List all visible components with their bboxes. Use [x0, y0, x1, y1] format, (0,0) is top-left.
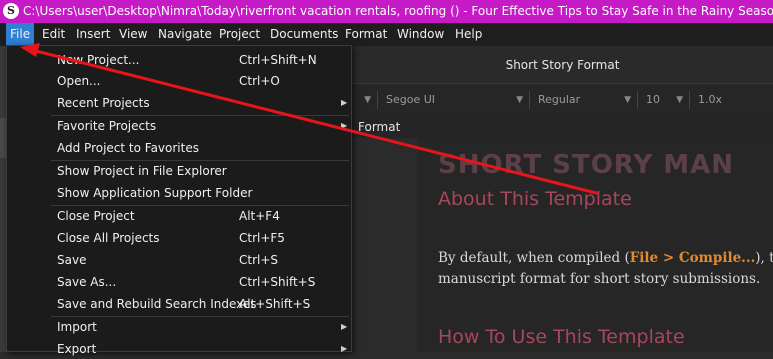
window-title: C:\Users\user\Desktop\Nimra\Today\riverf…	[23, 4, 773, 18]
chevron-down-icon: ▼	[364, 95, 371, 105]
format-section-label: Format	[352, 114, 773, 138]
chevron-down-icon: ▼	[516, 95, 523, 105]
menu-project[interactable]: Project	[215, 23, 264, 46]
menu-window[interactable]: Window	[393, 23, 448, 46]
compile-link[interactable]: File > Compile...	[630, 250, 756, 266]
submenu-arrow-icon: ▶	[341, 322, 348, 331]
editor-header-title: Short Story Format	[352, 46, 773, 84]
font-size-select[interactable]: 10 ▼	[640, 91, 690, 109]
menu-item-new-project[interactable]: New Project... Ctrl+Shift+N	[7, 50, 351, 70]
menu-format[interactable]: Format	[341, 23, 391, 46]
document-heading: SHORT STORY MAN	[438, 150, 735, 180]
chevron-down-icon: ▼	[676, 95, 683, 105]
file-menu-dropdown: New Project... Ctrl+Shift+N Open... Ctrl+O…	[6, 45, 352, 356]
menu-navigate[interactable]: Navigate	[154, 23, 216, 46]
menu-insert[interactable]: Insert	[72, 23, 114, 46]
menu-item-close-all-projects[interactable]: Close All Projects Ctrl+F5	[7, 228, 351, 248]
menu-view[interactable]: View	[115, 23, 151, 46]
submenu-arrow-icon: ▶	[341, 344, 348, 353]
document-subheading: About This Template	[438, 188, 632, 210]
menu-item-import[interactable]: Import ▶	[7, 317, 351, 337]
format-bar: ▼ Segoe UI ▼ Regular ▼ 10 ▼ 1.0x	[352, 86, 773, 114]
title-bar: S C:\Users\user\Desktop\Nimra\Today\rive…	[0, 0, 773, 23]
editor-gutter	[352, 138, 418, 352]
menu-item-recent-projects[interactable]: Recent Projects ▶	[7, 93, 351, 113]
document-page[interactable]: SHORT STORY MAN About This Template By d…	[418, 138, 773, 352]
menu-help[interactable]: Help	[451, 23, 486, 46]
menu-item-add-to-favorites[interactable]: Add Project to Favorites	[7, 138, 351, 158]
menu-item-close-project[interactable]: Close Project Alt+F4	[7, 206, 351, 226]
submenu-arrow-icon: ▶	[341, 121, 348, 130]
document-body: By default, when compiled (File > Compil…	[438, 250, 773, 287]
font-weight-select[interactable]: Regular ▼	[532, 91, 638, 109]
submenu-arrow-icon: ▶	[341, 98, 348, 107]
menu-documents[interactable]: Documents	[266, 23, 342, 46]
menu-item-show-support-folder[interactable]: Show Application Support Folder	[7, 183, 351, 203]
menu-item-show-in-explorer[interactable]: Show Project in File Explorer	[7, 161, 351, 181]
menu-item-open[interactable]: Open... Ctrl+O	[7, 71, 351, 91]
menu-item-export[interactable]: Export ▶	[7, 339, 351, 359]
paragraph-style-select[interactable]: ▼	[352, 91, 378, 109]
menu-item-save[interactable]: Save Ctrl+S	[7, 250, 351, 270]
chevron-down-icon: ▼	[624, 95, 631, 105]
menu-file[interactable]: File	[6, 23, 35, 46]
document-subheading-2: How To Use This Template	[438, 326, 685, 348]
scrivener-logo-icon: S	[3, 3, 19, 19]
font-family-select[interactable]: Segoe UI ▼	[380, 91, 530, 109]
menu-item-save-rebuild-indexes[interactable]: Save and Rebuild Search Indexes Alt+Shift…	[7, 294, 351, 314]
menu-item-favorite-projects[interactable]: Favorite Projects ▶	[7, 116, 351, 136]
menu-edit[interactable]: Edit	[38, 23, 69, 46]
menu-bar: File Edit Insert View Navigate Project D…	[0, 23, 773, 46]
line-spacing-select[interactable]: 1.0x	[692, 91, 773, 109]
menu-item-save-as[interactable]: Save As... Ctrl+Shift+S	[7, 272, 351, 292]
